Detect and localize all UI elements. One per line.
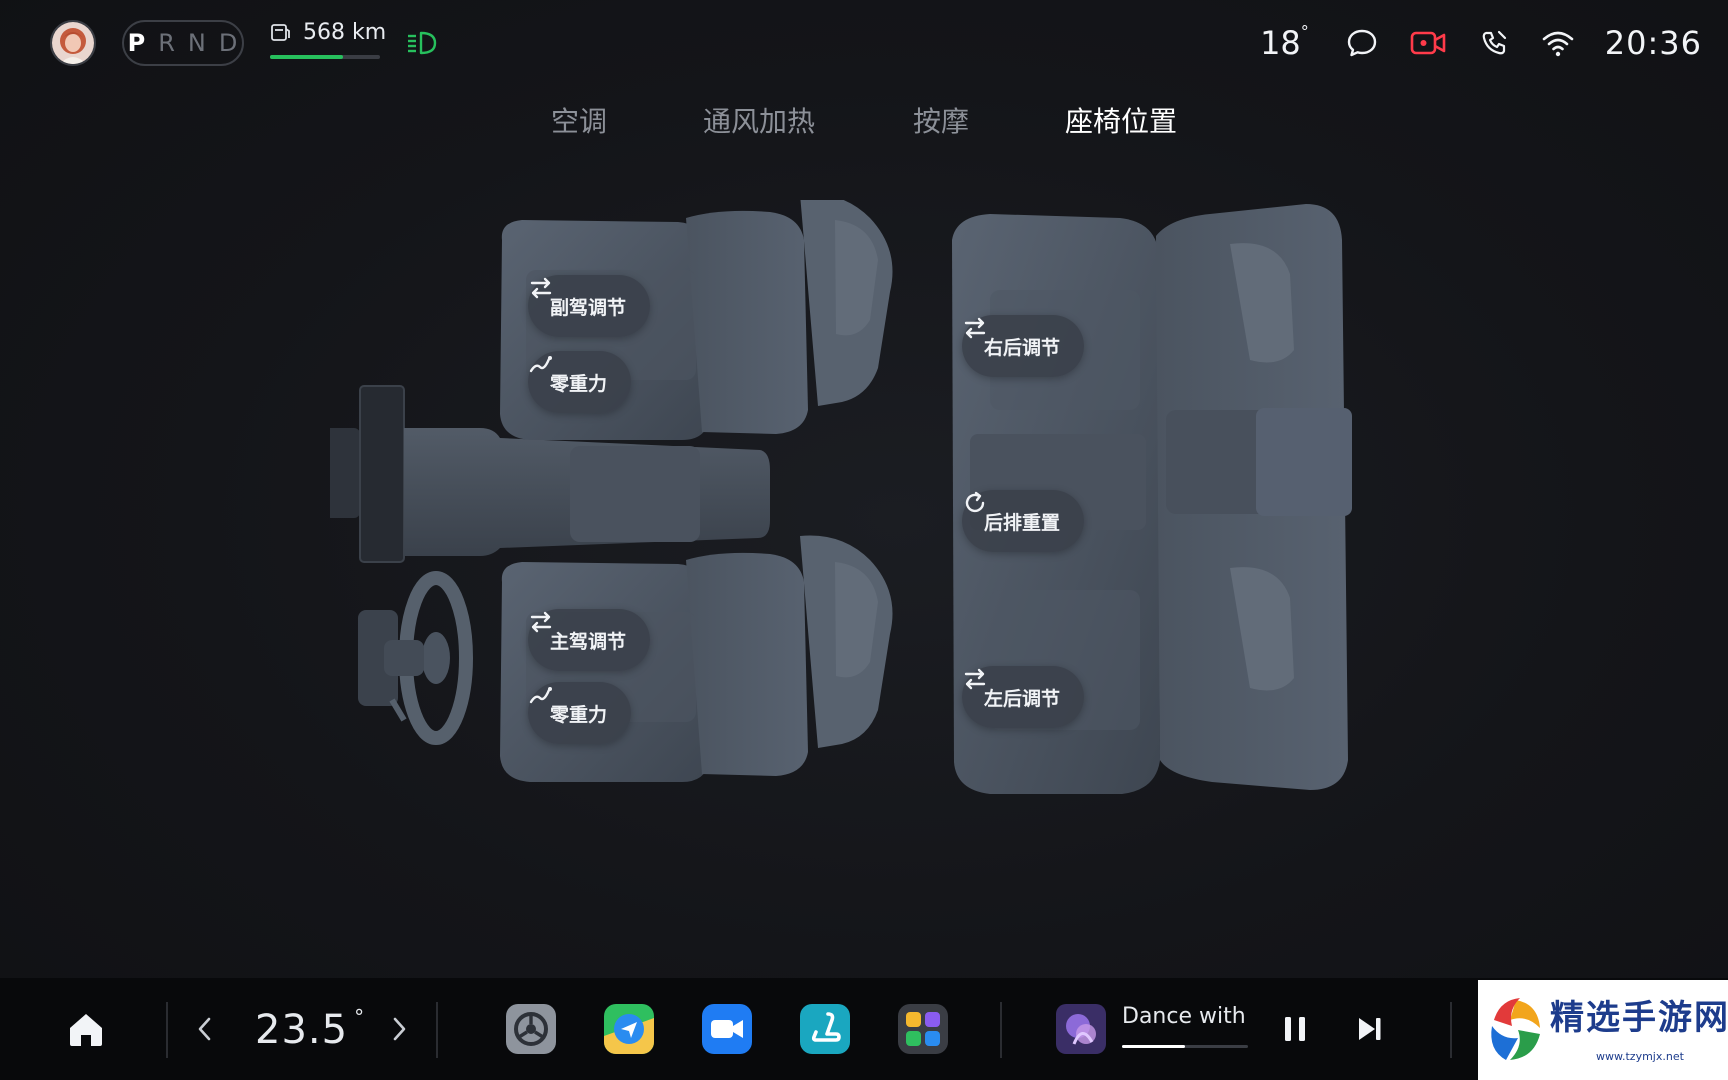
swap-arrows-icon	[530, 611, 552, 633]
gear-n: N	[187, 29, 207, 57]
dock-divider	[1000, 1002, 1002, 1058]
copilot-zero-gravity-label: 零重力	[550, 372, 608, 395]
media-progress-fill	[1122, 1045, 1185, 1048]
wifi-icon[interactable]	[1541, 26, 1575, 60]
next-track-icon[interactable]	[1355, 1012, 1385, 1046]
dock-divider	[166, 1002, 168, 1058]
driver-zero-gravity-label: 零重力	[550, 703, 608, 726]
rear-reset-label: 后排重置	[984, 511, 1061, 534]
dock-divider	[436, 1002, 438, 1058]
media-title: Dance with	[1122, 1004, 1246, 1029]
function-tabs: 空调 通风加热 按摩 座椅位置	[0, 100, 1728, 140]
seat-scene: 副驾调节 零重力 主驾调节 零重力 右后调节 后排重置 左后调节	[330, 200, 1490, 900]
phone-link-icon[interactable]	[1477, 26, 1511, 60]
rear-right-adjust-button[interactable]: 右后调节	[962, 315, 1085, 377]
zero-gravity-icon	[529, 356, 552, 373]
gear-selector: P R N D	[122, 20, 244, 66]
navigation-app-icon[interactable]	[604, 1004, 654, 1054]
outside-temperature-value: 18	[1260, 24, 1301, 62]
rear-left-adjust-button[interactable]: 左后调节	[962, 666, 1085, 728]
settings-gear-icon	[506, 1004, 556, 1054]
center-screen	[359, 385, 405, 563]
video-camera-icon	[702, 1004, 752, 1054]
navigation-arrow-icon	[604, 1004, 654, 1054]
video-app-icon[interactable]	[702, 1004, 752, 1054]
clock: 20:36	[1604, 24, 1702, 62]
driver-zero-gravity-button[interactable]: 零重力	[528, 682, 632, 744]
app-folder-icon	[898, 1004, 948, 1054]
tab-air-conditioning[interactable]: 空调	[551, 100, 607, 140]
status-bar-right: 18° 20:36	[1260, 20, 1702, 66]
watermark-logo-icon	[1491, 998, 1540, 1060]
gear-p: P	[127, 29, 147, 57]
quick-apps-folder-icon[interactable]	[898, 1004, 948, 1054]
rear-left-adjust-label: 左后调节	[984, 687, 1061, 710]
reset-icon	[965, 491, 985, 513]
armrest	[570, 446, 700, 542]
rear-right-adjust-label: 右后调节	[984, 336, 1061, 359]
range-value: 568 km	[303, 20, 387, 45]
user-avatar[interactable]	[50, 20, 96, 66]
battery-range-icon	[271, 24, 290, 41]
range-bar	[270, 55, 380, 59]
bottom-dock: 23.5 ° Dance with	[0, 978, 1728, 1080]
watermark-url: www.tzymjx.net	[1596, 1050, 1684, 1063]
home-icon[interactable]	[66, 1009, 106, 1049]
swap-arrows-icon	[964, 668, 986, 690]
status-bar-left: P R N D 568 km	[50, 20, 438, 66]
dash-side	[330, 428, 360, 518]
chevron-right-icon[interactable]	[387, 1012, 411, 1046]
climate-temperature-value: 23.5	[255, 1007, 349, 1053]
screen: P R N D 568 km 18° 20:36 空调 通风加热 按摩 座椅位置…	[0, 0, 1728, 1080]
dock-divider	[1450, 1002, 1452, 1058]
copilot-adjust-button[interactable]: 副驾调节	[528, 275, 651, 337]
media-progress-bar[interactable]	[1122, 1045, 1248, 1048]
copilot-adjust-label: 副驾调节	[550, 296, 627, 319]
driver-adjust-label: 主驾调节	[550, 630, 627, 653]
album-cover-image	[1056, 1004, 1106, 1054]
tab-massage[interactable]: 按摩	[913, 100, 969, 140]
dashcam-icon[interactable]	[1409, 26, 1447, 60]
headlight-icon	[408, 31, 437, 55]
cabin-seats-illustration	[330, 200, 1352, 794]
rear-reset-button[interactable]: 后排重置	[962, 490, 1085, 552]
swap-arrows-icon	[530, 277, 552, 299]
copilot-zero-gravity-button[interactable]: 零重力	[528, 351, 632, 413]
seat-app-icon[interactable]	[800, 1004, 850, 1054]
car-seat-icon	[800, 1004, 850, 1054]
message-icon[interactable]	[1345, 26, 1379, 60]
album-art[interactable]	[1056, 1004, 1106, 1054]
gear-r: R	[158, 29, 176, 57]
avatar-portrait	[52, 22, 94, 64]
range-indicator: 568 km	[270, 20, 386, 66]
driver-adjust-button[interactable]: 主驾调节	[528, 609, 651, 671]
gear-d: D	[218, 29, 239, 57]
outside-temperature: 18°	[1260, 22, 1309, 62]
climate-temperature: 23.5 °	[255, 1005, 366, 1053]
range-bar-fill	[270, 55, 343, 59]
watermark-text: 精选手游网	[1550, 998, 1728, 1038]
tab-ventilation-heating[interactable]: 通风加热	[703, 100, 815, 140]
watermark: 精选手游网 www.tzymjx.net	[1478, 980, 1728, 1080]
pause-icon[interactable]	[1280, 1012, 1310, 1046]
zero-gravity-icon	[529, 687, 552, 704]
steering-wheel	[358, 571, 473, 745]
chevron-left-icon[interactable]	[193, 1012, 217, 1046]
climate-temperature-unit: °	[354, 1005, 366, 1029]
outside-temperature-unit: °	[1300, 22, 1309, 41]
swap-arrows-icon	[964, 317, 986, 339]
tab-seat-position[interactable]: 座椅位置	[1065, 100, 1177, 140]
settings-app-icon[interactable]	[506, 1004, 556, 1054]
